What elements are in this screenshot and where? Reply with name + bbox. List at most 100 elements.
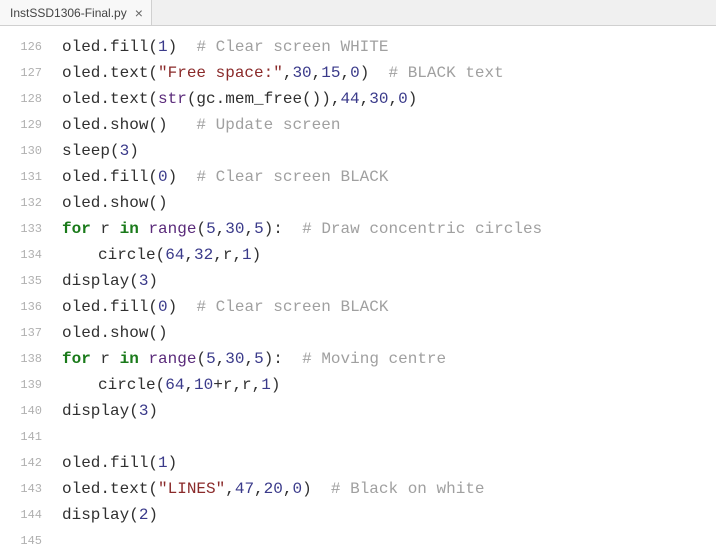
code-editor[interactable]: 1261271281291301311321331341351361371381… (0, 26, 716, 552)
token-ident: ) (129, 142, 139, 160)
token-ident: , (216, 220, 226, 238)
token-num: 2 (139, 506, 149, 524)
token-kw: for (62, 220, 91, 238)
tab-filename: InstSSD1306-Final.py (10, 6, 127, 20)
line-number: 141 (0, 424, 42, 450)
token-num: 47 (235, 480, 254, 498)
token-ident: ) (168, 168, 197, 186)
token-kw: in (120, 220, 139, 238)
token-num: 0 (350, 64, 360, 82)
line-number: 139 (0, 372, 42, 398)
code-line[interactable]: oled.show() (62, 190, 716, 216)
token-ident: ): (264, 220, 302, 238)
token-com: # Clear screen BLACK (196, 298, 388, 316)
token-ident: ) (408, 90, 418, 108)
editor-tab[interactable]: InstSSD1306-Final.py × (0, 0, 152, 25)
token-ident: display( (62, 506, 139, 524)
token-num: 32 (194, 246, 213, 264)
token-ident: circle( (98, 376, 165, 394)
token-ident: , (244, 350, 254, 368)
token-num: 64 (165, 246, 184, 264)
code-line[interactable]: oled.fill(0) # Clear screen BLACK (62, 164, 716, 190)
code-line[interactable]: oled.text("LINES",47,20,0) # Black on wh… (62, 476, 716, 502)
token-com: # Draw concentric circles (302, 220, 542, 238)
line-number: 142 (0, 450, 42, 476)
token-ident: ) (168, 454, 178, 472)
token-num: 3 (139, 402, 149, 420)
close-icon[interactable]: × (135, 6, 143, 20)
code-line[interactable]: oled.show() (62, 320, 716, 346)
token-ident: oled.fill( (62, 454, 158, 472)
token-num: 1 (158, 38, 168, 56)
code-line[interactable]: for r in range(5,30,5): # Moving centre (62, 346, 716, 372)
token-ident: oled.text( (62, 64, 158, 82)
line-number: 129 (0, 112, 42, 138)
line-number: 145 (0, 528, 42, 554)
token-ident: , (283, 64, 293, 82)
code-line[interactable]: sleep(3) (62, 138, 716, 164)
token-builtin: range (148, 350, 196, 368)
token-ident: , (244, 220, 254, 238)
code-line[interactable]: oled.text(str(gc.mem_free()),44,30,0) (62, 86, 716, 112)
token-num: 0 (158, 298, 168, 316)
token-ident: ) (271, 376, 281, 394)
token-com: # Clear screen BLACK (196, 168, 388, 186)
token-num: 5 (206, 350, 216, 368)
token-ident: ) (302, 480, 331, 498)
token-num: 30 (225, 220, 244, 238)
code-line[interactable]: for r in range(5,30,5): # Draw concentri… (62, 216, 716, 242)
token-num: 30 (292, 64, 311, 82)
code-line[interactable]: display(2) (62, 502, 716, 528)
token-num: 3 (120, 142, 130, 160)
token-num: 0 (158, 168, 168, 186)
code-line[interactable]: circle(64,32,r,1) (62, 242, 716, 268)
token-builtin: str (158, 90, 187, 108)
token-num: 20 (264, 480, 283, 498)
token-ident: oled.show() (62, 324, 168, 342)
line-number: 143 (0, 476, 42, 502)
line-number: 133 (0, 216, 42, 242)
token-num: 1 (261, 376, 271, 394)
token-com: # Moving centre (302, 350, 446, 368)
token-num: 10 (194, 376, 213, 394)
token-ident (139, 220, 149, 238)
token-str: "Free space:" (158, 64, 283, 82)
token-ident: sleep( (62, 142, 120, 160)
token-ident: circle( (98, 246, 165, 264)
code-line[interactable]: display(3) (62, 268, 716, 294)
tab-bar: InstSSD1306-Final.py × (0, 0, 716, 26)
line-number: 131 (0, 164, 42, 190)
token-ident: , (184, 246, 194, 264)
token-num: 30 (369, 90, 388, 108)
line-number: 136 (0, 294, 42, 320)
token-num: 5 (206, 220, 216, 238)
token-ident: oled.show() (62, 116, 196, 134)
token-ident: oled.show() (62, 194, 168, 212)
token-num: 5 (254, 350, 264, 368)
line-number: 138 (0, 346, 42, 372)
code-line[interactable]: oled.show() # Update screen (62, 112, 716, 138)
code-line[interactable] (62, 424, 716, 450)
code-line[interactable]: oled.fill(1) (62, 450, 716, 476)
line-number: 137 (0, 320, 42, 346)
code-line[interactable]: display(3) (62, 398, 716, 424)
code-line[interactable]: circle(64,10+r,r,1) (62, 372, 716, 398)
code-line[interactable] (62, 528, 716, 554)
token-ident: +r,r, (213, 376, 261, 394)
code-line[interactable]: oled.text("Free space:",30,15,0) # BLACK… (62, 60, 716, 86)
token-num: 3 (139, 272, 149, 290)
code-area[interactable]: oled.fill(1) # Clear screen WHITEoled.te… (52, 26, 716, 552)
token-ident: display( (62, 402, 139, 420)
code-line[interactable]: oled.fill(1) # Clear screen WHITE (62, 34, 716, 60)
line-number: 134 (0, 242, 42, 268)
token-ident: ) (252, 246, 262, 264)
token-ident (139, 350, 149, 368)
code-line[interactable]: oled.fill(0) # Clear screen BLACK (62, 294, 716, 320)
token-ident: oled.fill( (62, 298, 158, 316)
token-ident: oled.fill( (62, 38, 158, 56)
token-com: # Clear screen WHITE (196, 38, 388, 56)
token-ident: , (225, 480, 235, 498)
token-ident: ): (264, 350, 302, 368)
line-number: 135 (0, 268, 42, 294)
token-ident: ( (196, 350, 206, 368)
